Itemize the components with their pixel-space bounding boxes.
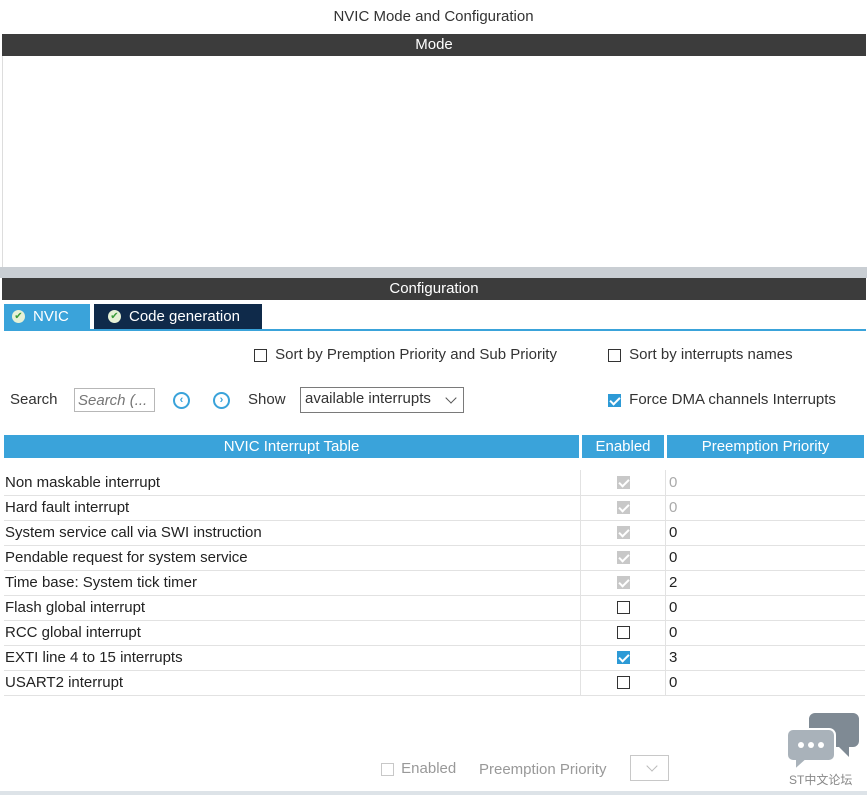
priority-value[interactable]: 2: [669, 570, 677, 595]
table-row[interactable]: Hard fault interrupt 0: [4, 495, 865, 521]
enabled-cell: [580, 570, 666, 595]
force-dma-checkbox[interactable]: [608, 393, 621, 407]
priority-value[interactable]: 0: [669, 495, 677, 520]
table-row[interactable]: Time base: System tick timer 2: [4, 570, 865, 596]
bottom-strip: [0, 791, 867, 795]
interrupt-name: USART2 interrupt: [5, 674, 124, 691]
tab-code-generation-label: Code generation: [129, 308, 240, 325]
enabled-checkbox: [617, 526, 630, 539]
interrupt-name: Time base: System tick timer: [5, 574, 197, 591]
check-circle-icon: ✔: [108, 309, 121, 323]
enabled-checkbox: [617, 476, 630, 489]
sort-priority-checkbox[interactable]: [254, 348, 267, 362]
table-row[interactable]: USART2 interrupt 0: [4, 670, 865, 696]
table-row[interactable]: Pendable request for system service 0: [4, 545, 865, 571]
show-label: Show: [248, 391, 286, 408]
bottom-priority-select[interactable]: [630, 755, 669, 781]
show-select[interactable]: available interrupts: [300, 387, 464, 413]
interrupt-name: System service call via SWI instruction: [5, 524, 262, 541]
priority-value[interactable]: 0: [669, 545, 677, 570]
interrupt-name: Flash global interrupt: [5, 599, 146, 616]
chevron-left-circle-icon[interactable]: ‹: [173, 392, 190, 409]
chevron-down-icon: [646, 760, 658, 772]
sort-priority-label: Sort by Premption Priority and Sub Prior…: [275, 346, 557, 363]
window-title: NVIC Mode and Configuration: [333, 8, 534, 25]
bottom-enabled-option[interactable]: Enabled: [381, 760, 456, 777]
table-row[interactable]: System service call via SWI instruction 0: [4, 520, 865, 546]
enabled-checkbox[interactable]: [617, 601, 630, 614]
enabled-cell: [580, 470, 666, 495]
bottom-priority-label: Preemption Priority: [479, 761, 607, 778]
force-dma-option[interactable]: Force DMA channels Interrupts: [608, 391, 836, 408]
watermark-text: ST中文论坛: [789, 773, 853, 787]
search-input[interactable]: [74, 388, 155, 412]
show-select-value: available interrupts: [305, 390, 431, 407]
chevron-right-circle-icon[interactable]: ›: [213, 392, 230, 409]
sort-priority-option[interactable]: Sort by Premption Priority and Sub Prior…: [254, 346, 557, 363]
enabled-checkbox[interactable]: [617, 651, 630, 664]
sort-names-option[interactable]: Sort by interrupts names: [608, 346, 793, 363]
enabled-cell: [580, 645, 666, 670]
sort-names-label: Sort by interrupts names: [629, 346, 793, 363]
interrupt-name: EXTI line 4 to 15 interrupts: [5, 649, 183, 666]
table-row[interactable]: Non maskable interrupt 0: [4, 470, 865, 496]
column-header-priority[interactable]: Preemption Priority: [667, 435, 864, 458]
force-dma-label: Force DMA channels Interrupts: [629, 391, 836, 408]
search-label: Search: [10, 391, 58, 408]
mode-section-header: Mode: [2, 34, 866, 56]
watermark: ST中文论坛: [786, 711, 861, 791]
interrupt-name: Hard fault interrupt: [5, 499, 130, 516]
check-circle-icon: ✔: [12, 309, 25, 323]
priority-value[interactable]: 3: [669, 645, 677, 670]
enabled-checkbox: [617, 501, 630, 514]
bottom-enabled-checkbox[interactable]: [381, 762, 394, 776]
enabled-cell: [580, 595, 666, 620]
configuration-section-header: Configuration: [2, 278, 866, 300]
tab-code-generation[interactable]: ✔ Code generation: [94, 304, 262, 329]
priority-value[interactable]: 0: [669, 670, 677, 695]
tab-underline: [4, 329, 866, 331]
enabled-checkbox: [617, 551, 630, 564]
priority-value[interactable]: 0: [669, 520, 677, 545]
table-row[interactable]: RCC global interrupt 0: [4, 620, 865, 646]
enabled-cell: [580, 620, 666, 645]
table-row[interactable]: Flash global interrupt 0: [4, 595, 865, 621]
interrupt-name: Non maskable interrupt: [5, 474, 161, 491]
mode-panel: [2, 56, 867, 267]
enabled-cell: [580, 545, 666, 570]
priority-value[interactable]: 0: [669, 620, 677, 645]
bottom-enabled-label: Enabled: [401, 760, 457, 777]
chevron-down-icon: [445, 392, 457, 404]
enabled-cell: [580, 520, 666, 545]
enabled-cell: [580, 670, 666, 695]
interrupt-name: RCC global interrupt: [5, 624, 141, 641]
tab-nvic-label: NVIC: [33, 308, 69, 325]
priority-value[interactable]: 0: [669, 595, 677, 620]
panel-splitter[interactable]: [0, 267, 867, 278]
enabled-checkbox[interactable]: [617, 676, 630, 689]
enabled-checkbox: [617, 576, 630, 589]
priority-value[interactable]: 0: [669, 470, 677, 495]
interrupt-name: Pendable request for system service: [5, 549, 248, 566]
column-header-interrupt[interactable]: NVIC Interrupt Table: [4, 435, 579, 458]
chat-bubbles-icon: [786, 713, 859, 773]
enabled-checkbox[interactable]: [617, 626, 630, 639]
tab-nvic[interactable]: ✔ NVIC: [4, 304, 90, 329]
sort-names-checkbox[interactable]: [608, 348, 621, 362]
column-header-enabled[interactable]: Enabled: [582, 435, 664, 458]
enabled-cell: [580, 495, 666, 520]
table-row[interactable]: EXTI line 4 to 15 interrupts 3: [4, 645, 865, 671]
